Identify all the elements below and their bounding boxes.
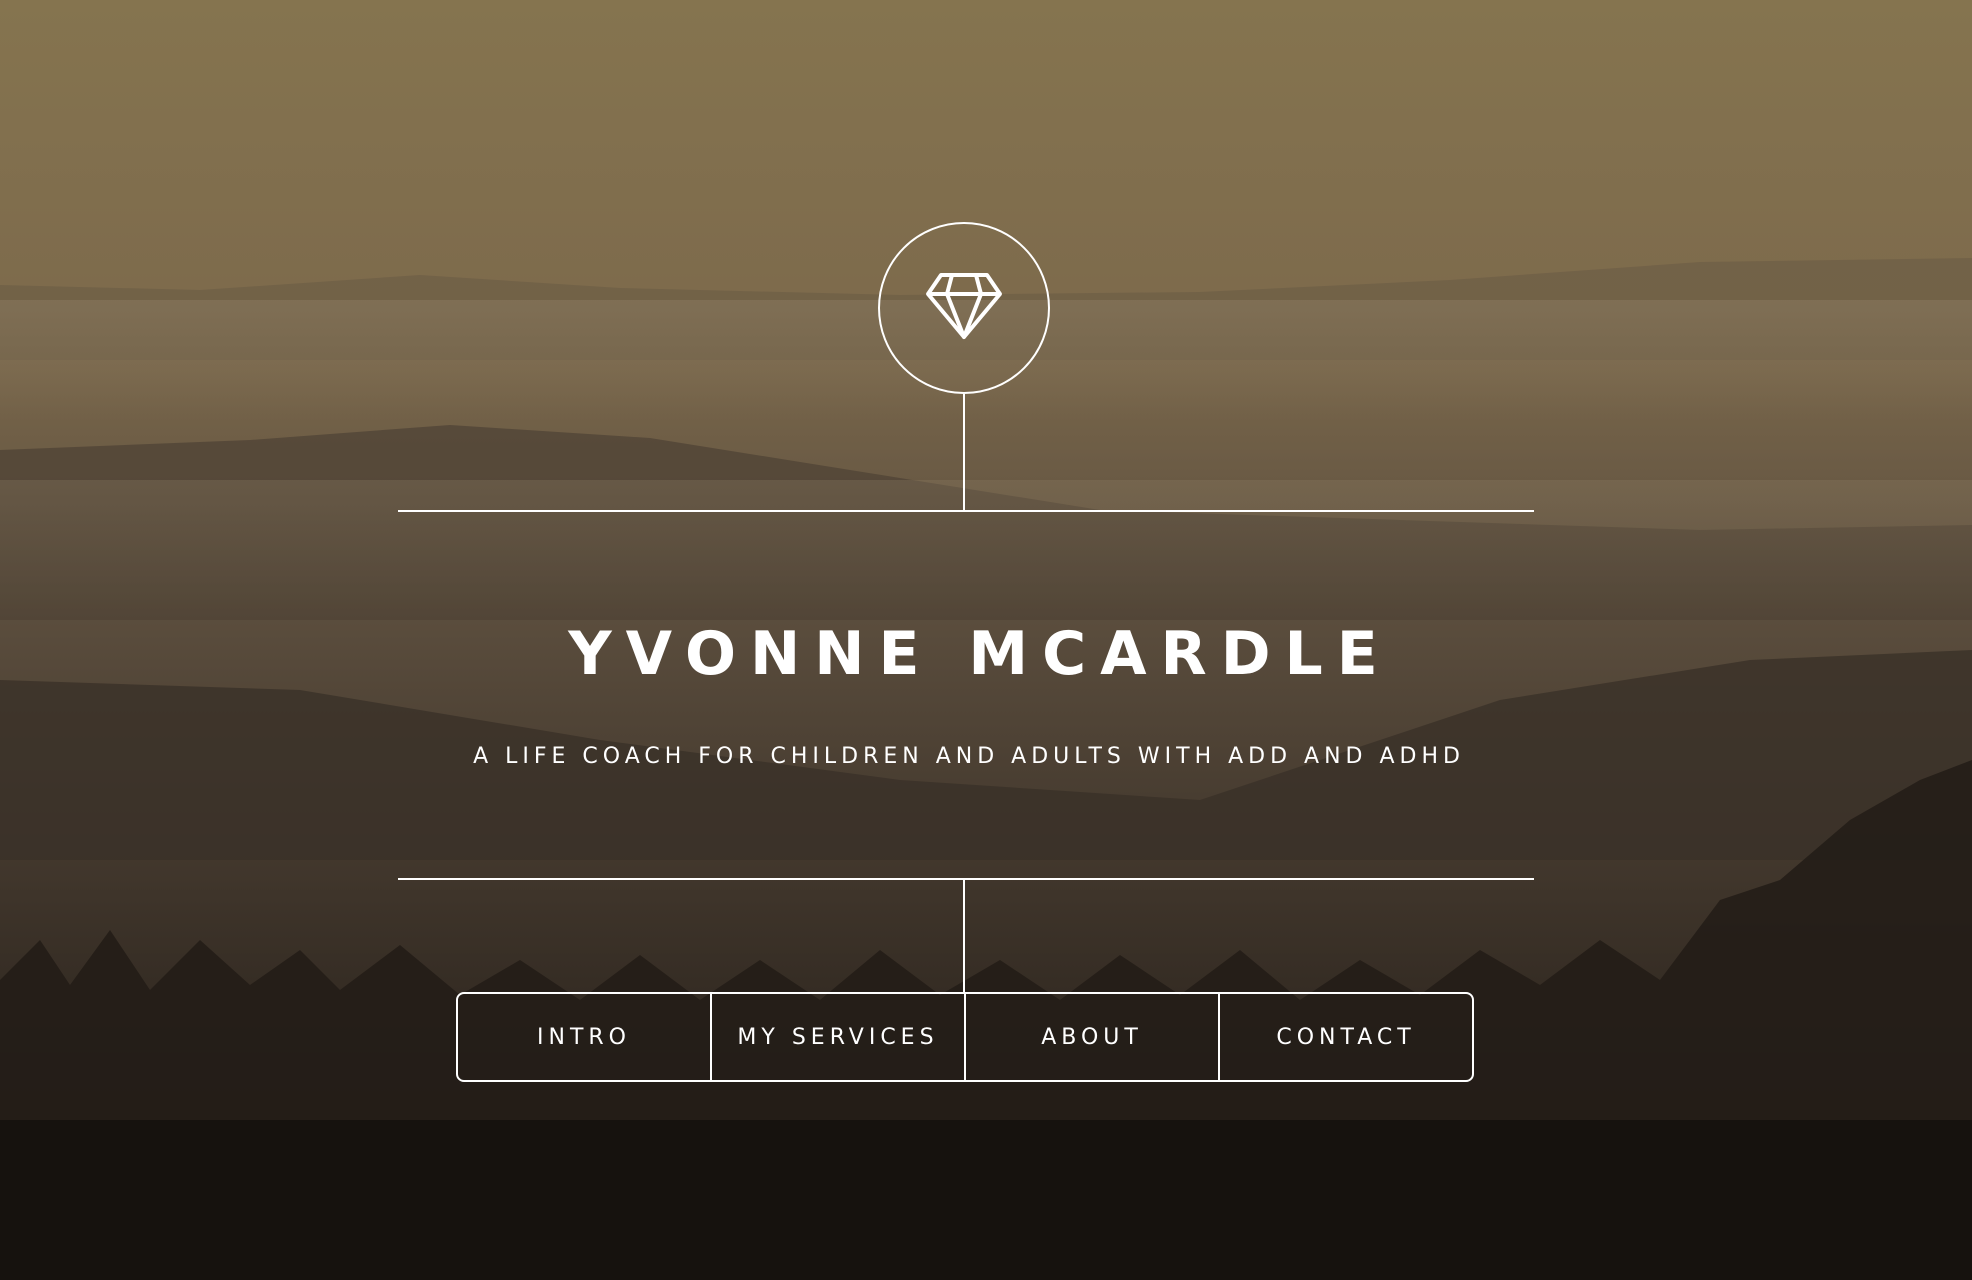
- nav-item-contact[interactable]: CONTACT: [1218, 994, 1472, 1080]
- divider-line-upper: [398, 510, 1534, 512]
- site-tagline: A LIFE COACH FOR CHILDREN AND ADULTS WIT…: [473, 744, 1465, 769]
- nav-item-my-services[interactable]: MY SERVICES: [710, 994, 964, 1080]
- diamond-icon: [925, 272, 1003, 344]
- connector-line-bottom: [963, 880, 965, 992]
- site-title: YVONNE MCARDLE: [568, 619, 1392, 689]
- main-nav: INTRO MY SERVICES ABOUT CONTACT: [456, 992, 1474, 1082]
- divider-line-lower: [398, 878, 1534, 880]
- nav-item-intro[interactable]: INTRO: [458, 994, 710, 1080]
- nav-item-about[interactable]: ABOUT: [964, 994, 1218, 1080]
- connector-line-top: [963, 394, 965, 510]
- logo-circle: [878, 222, 1050, 394]
